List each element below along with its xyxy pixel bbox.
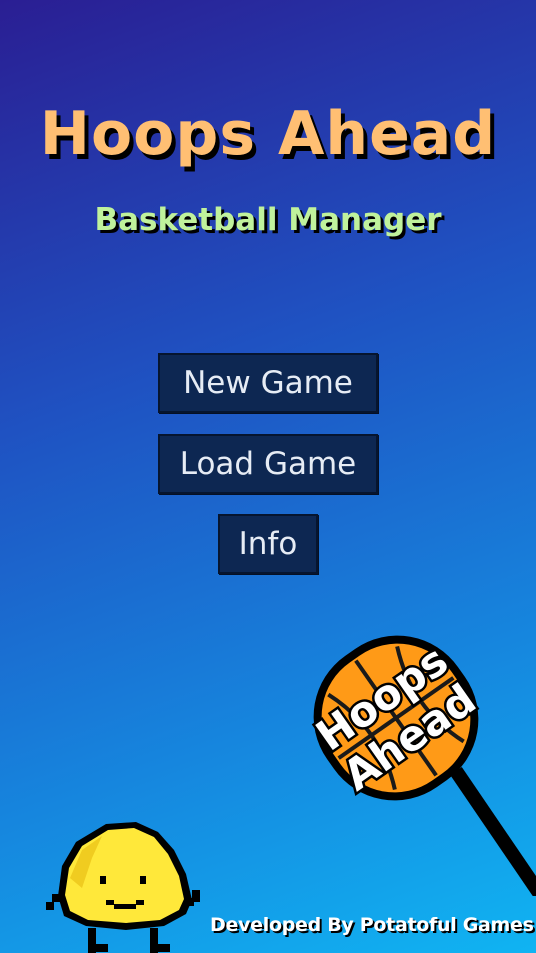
potato-mascot <box>46 822 200 953</box>
new-game-button[interactable]: New Game <box>158 353 378 413</box>
info-button[interactable]: Info <box>218 514 318 574</box>
load-game-button[interactable]: Load Game <box>158 434 378 494</box>
game-title: Hoops Ahead <box>39 99 497 169</box>
game-subtitle: Basketball Manager <box>94 202 442 238</box>
basketball-logo-sign: Hoops Ahead <box>305 633 536 896</box>
developer-credit: Developed By Potatoful Games <box>210 914 534 936</box>
